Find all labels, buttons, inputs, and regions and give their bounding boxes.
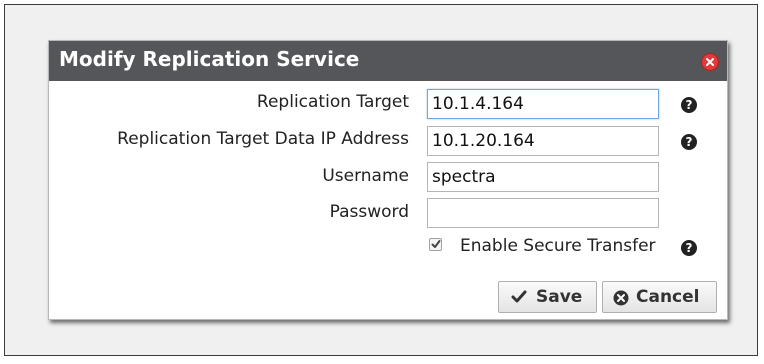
checkmark-icon (431, 240, 441, 248)
data-ip-input[interactable] (427, 126, 659, 156)
replication-target-help-icon[interactable]: ? (681, 97, 697, 113)
close-icon[interactable] (701, 53, 719, 71)
username-input[interactable] (427, 162, 659, 192)
save-button[interactable]: Save (498, 281, 597, 313)
data-ip-help-icon[interactable]: ? (681, 134, 697, 150)
dialog-title-bar: Modify Replication Service (49, 41, 727, 81)
secure-transfer-help-icon[interactable]: ? (681, 240, 697, 256)
secure-transfer-label: Enable Secure Transfer (460, 236, 656, 256)
dialog-title: Modify Replication Service (59, 47, 360, 71)
modify-replication-dialog: Modify Replication Service Replication T… (48, 40, 728, 320)
replication-target-label: Replication Target (256, 92, 409, 112)
data-ip-label: Replication Target Data IP Address (117, 129, 409, 149)
cancel-button-label: Cancel (636, 287, 700, 307)
password-label: Password (329, 202, 409, 222)
password-input[interactable] (427, 198, 659, 228)
replication-target-input[interactable] (427, 89, 659, 119)
cancel-button[interactable]: Cancel (602, 281, 717, 313)
save-button-label: Save (536, 287, 583, 307)
secure-transfer-checkbox[interactable] (429, 238, 442, 251)
cancel-circle-icon (613, 290, 629, 306)
checkmark-icon (511, 290, 527, 303)
screenshot-frame: Modify Replication Service Replication T… (4, 4, 758, 356)
username-label: Username (322, 166, 409, 186)
